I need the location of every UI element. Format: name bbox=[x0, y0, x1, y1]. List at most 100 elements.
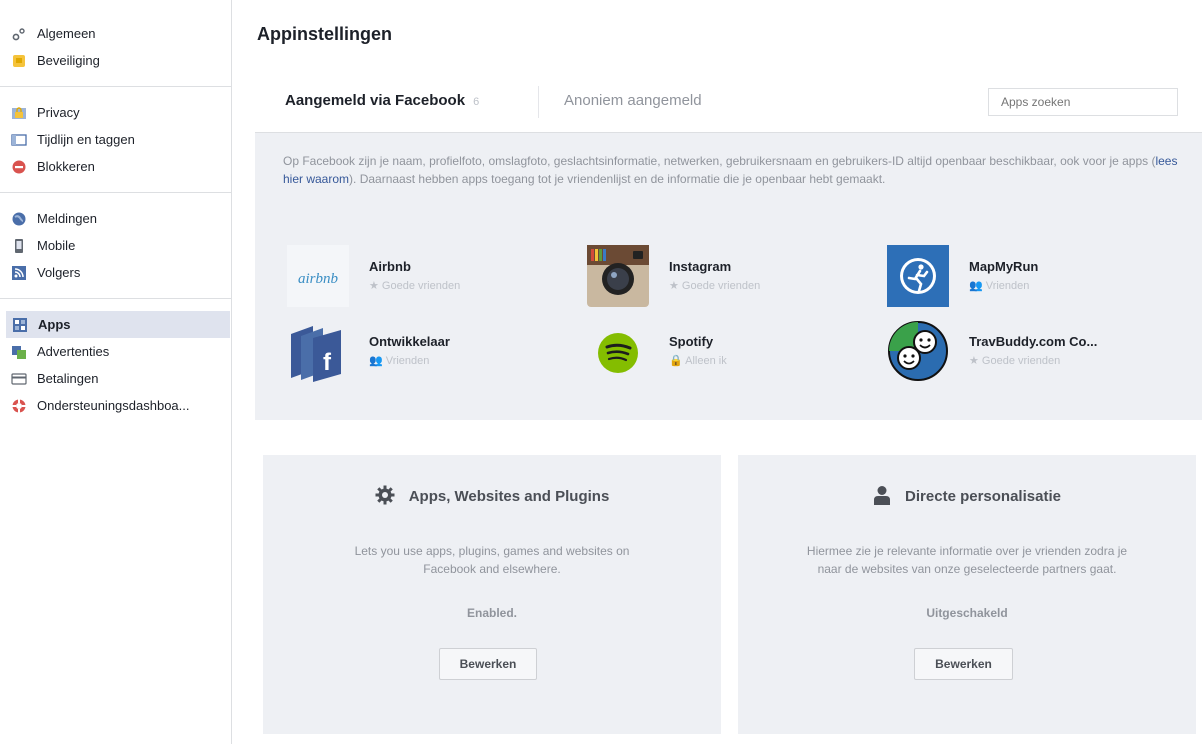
svg-text:f: f bbox=[323, 349, 332, 376]
apps-websites-plugins-card: Apps, Websites and Plugins Lets you use … bbox=[263, 455, 721, 734]
tab-label: Aangemeld via Facebook bbox=[285, 92, 466, 109]
app-item-instagram[interactable]: Instagram ★ Goede vrienden bbox=[587, 243, 877, 307]
lock-icon bbox=[11, 105, 27, 121]
timeline-icon bbox=[11, 132, 27, 148]
app-name: Airbnb bbox=[369, 259, 411, 274]
lock-icon: 🔒 bbox=[669, 355, 686, 367]
travbuddy-logo-icon bbox=[887, 320, 949, 382]
ads-icon bbox=[11, 344, 27, 360]
tab-divider bbox=[538, 86, 539, 118]
sidebar-item-label: Betalingen bbox=[37, 371, 99, 386]
app-item-airbnb[interactable]: airbnb Airbnb ★ Goede vrienden bbox=[287, 243, 577, 307]
star-icon: ★ bbox=[369, 280, 382, 292]
settings-sidebar: Algemeen Beveiliging Privacy Tijdlijn en… bbox=[0, 0, 232, 744]
friends-icon: 👥 bbox=[969, 280, 986, 292]
app-name: MapMyRun bbox=[969, 259, 1039, 274]
rss-icon bbox=[11, 265, 27, 281]
sidebar-item-support[interactable]: Ondersteuningsdashboa... bbox=[0, 392, 231, 419]
card-description: Hiermee zie je relevante informatie over… bbox=[738, 542, 1196, 578]
app-visibility: 👥 Vrienden bbox=[369, 354, 429, 367]
sidebar-item-label: Blokkeren bbox=[37, 159, 95, 174]
mapmyrun-logo-icon bbox=[887, 245, 949, 307]
app-name: Instagram bbox=[669, 259, 732, 274]
spotify-logo-icon bbox=[587, 320, 649, 382]
airbnb-logo-icon: airbnb bbox=[287, 245, 349, 307]
instant-personalization-card: Directe personalisatie Hiermee zie je re… bbox=[738, 455, 1196, 734]
card-description-line: Facebook and elsewhere. bbox=[423, 562, 561, 576]
public-info-description: Op Facebook zijn je naam, profielfoto, o… bbox=[283, 152, 1183, 188]
tab-logged-in-via-facebook[interactable]: Aangemeld via Facebook 6 bbox=[285, 92, 479, 109]
badge-icon bbox=[11, 53, 27, 69]
app-name: Ontwikkelaar bbox=[369, 334, 450, 349]
sidebar-item-privacy[interactable]: Privacy bbox=[0, 99, 231, 126]
sidebar-item-label: Apps bbox=[38, 317, 71, 332]
friends-icon: 👥 bbox=[369, 355, 386, 367]
sidebar-item-label: Privacy bbox=[37, 105, 80, 120]
tab-bar: Aangemeld via Facebook 6 Anoniem aangemel… bbox=[255, 72, 1202, 133]
sidebar-item-label: Meldingen bbox=[37, 211, 97, 226]
sidebar-divider bbox=[0, 86, 231, 87]
gears-icon bbox=[11, 26, 27, 42]
instagram-logo-icon bbox=[587, 245, 649, 307]
card-title-text: Directe personalisatie bbox=[905, 487, 1061, 505]
phone-icon bbox=[11, 238, 27, 254]
sidebar-item-apps[interactable]: Apps bbox=[6, 311, 230, 338]
edit-button[interactable]: Bewerken bbox=[914, 648, 1013, 680]
app-visibility: ★ Goede vrienden bbox=[369, 279, 460, 292]
sidebar-item-label: Algemeen bbox=[37, 26, 96, 41]
sidebar-item-general[interactable]: Algemeen bbox=[0, 20, 231, 47]
star-icon: ★ bbox=[669, 280, 682, 292]
apps-list: airbnb Airbnb ★ Goede vrienden Instagram… bbox=[287, 243, 1187, 393]
tab-count-badge: 6 bbox=[473, 96, 480, 108]
app-visibility: ★ Goede vrienden bbox=[969, 354, 1060, 367]
sidebar-item-ads[interactable]: Advertenties bbox=[0, 338, 231, 365]
card-description: Lets you use apps, plugins, games and we… bbox=[263, 542, 721, 578]
card-description-line: Lets you use apps, plugins, games and we… bbox=[354, 544, 630, 558]
description-text: ). Daarnaast hebben apps toegang tot je … bbox=[349, 172, 886, 186]
edit-button[interactable]: Bewerken bbox=[439, 648, 537, 680]
apps-search-input[interactable] bbox=[988, 88, 1178, 116]
app-item-travbuddy[interactable]: TravBuddy.com Co... ★ Goede vrienden bbox=[887, 318, 1177, 382]
apps-icon bbox=[12, 317, 28, 333]
card-title: Directe personalisatie bbox=[738, 485, 1196, 509]
sidebar-divider bbox=[0, 192, 231, 193]
app-item-developer[interactable]: f Ontwikkelaar 👥 Vrienden bbox=[287, 318, 577, 382]
card-status: Uitgeschakeld bbox=[926, 606, 1008, 620]
app-visibility-label: Alleen ik bbox=[685, 355, 727, 367]
gear-icon bbox=[375, 485, 395, 509]
app-visibility-label: Goede vrienden bbox=[381, 280, 461, 292]
card-status: Enabled. bbox=[466, 606, 517, 620]
apps-panel: Aangemeld via Facebook 6 Anoniem aangemel… bbox=[255, 72, 1202, 420]
card-title: Apps, Websites and Plugins bbox=[263, 485, 721, 509]
sidebar-item-blocking[interactable]: Blokkeren bbox=[0, 153, 231, 180]
person-icon bbox=[873, 485, 891, 509]
card-title-text: Apps, Websites and Plugins bbox=[408, 487, 610, 505]
tab-anonymous[interactable]: Anoniem aangemeld bbox=[564, 92, 702, 109]
app-visibility-label: Vrienden bbox=[985, 280, 1030, 292]
app-visibility: 🔒 Alleen ik bbox=[669, 354, 727, 367]
app-name: TravBuddy.com Co... bbox=[969, 334, 1098, 349]
sidebar-item-label: Advertenties bbox=[37, 344, 110, 359]
sidebar-item-timeline[interactable]: Tijdlijn en taggen bbox=[0, 126, 231, 153]
facebook-developer-logo-icon: f bbox=[287, 320, 349, 382]
globe-icon bbox=[11, 211, 27, 227]
card-description-line: Hiermee zie je relevante informatie over… bbox=[806, 544, 1128, 558]
sidebar-item-mobile[interactable]: Mobile bbox=[0, 232, 231, 259]
sidebar-item-label: Ondersteuningsdashboa... bbox=[37, 398, 190, 413]
sidebar-item-label: Mobile bbox=[37, 238, 76, 253]
lifebuoy-icon bbox=[11, 398, 27, 414]
sidebar-divider bbox=[0, 298, 231, 299]
sidebar-item-label: Tijdlijn en taggen bbox=[37, 132, 135, 147]
app-item-mapmyrun[interactable]: MapMyRun 👥 Vrienden bbox=[887, 243, 1177, 307]
airbnb-logo-text: airbnb bbox=[298, 271, 339, 287]
sidebar-item-payments[interactable]: Betalingen bbox=[0, 365, 231, 392]
sidebar-item-security[interactable]: Beveiliging bbox=[0, 47, 231, 74]
app-visibility-label: Vrienden bbox=[385, 355, 430, 367]
sidebar-item-label: Volgers bbox=[37, 265, 81, 280]
card-description-line: naar de websites van onze geselecteerde … bbox=[817, 562, 1117, 576]
sidebar-item-followers[interactable]: Volgers bbox=[0, 259, 231, 286]
star-icon: ★ bbox=[969, 355, 982, 367]
sidebar-item-notifications[interactable]: Meldingen bbox=[0, 205, 231, 232]
app-visibility: 👥 Vrienden bbox=[969, 279, 1029, 292]
app-item-spotify[interactable]: Spotify 🔒 Alleen ik bbox=[587, 318, 877, 382]
